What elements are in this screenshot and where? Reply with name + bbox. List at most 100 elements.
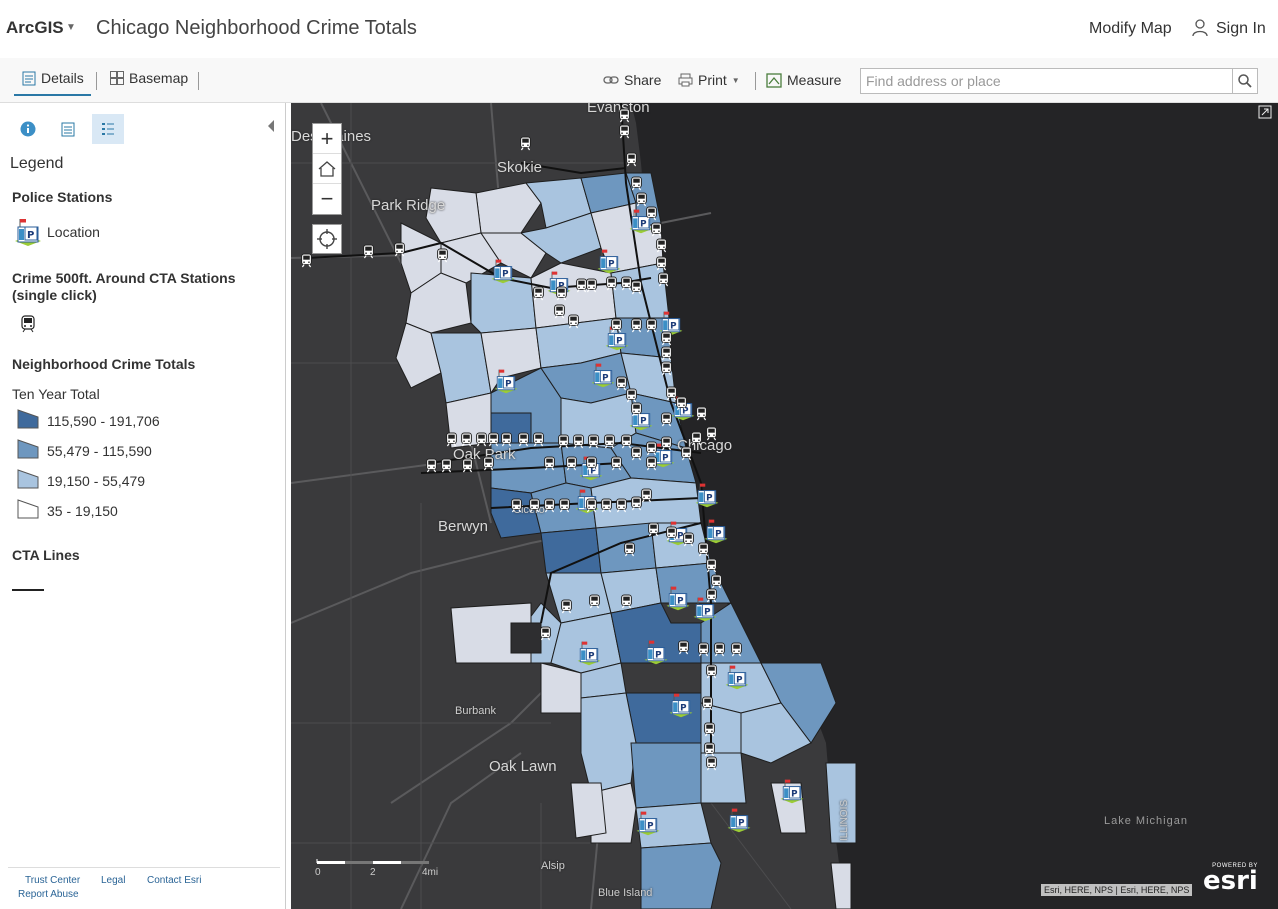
collapse-panel-arrow-icon[interactable]	[268, 120, 274, 132]
train-station-marker-icon[interactable]	[647, 522, 660, 537]
police-station-marker-icon[interactable]: P	[634, 809, 662, 837]
train-station-marker-icon[interactable]	[713, 642, 726, 657]
content-tab[interactable]	[52, 114, 84, 144]
train-station-marker-icon[interactable]	[635, 192, 648, 207]
train-station-marker-icon[interactable]	[655, 238, 668, 253]
train-station-marker-icon[interactable]	[532, 286, 545, 301]
train-station-marker-icon[interactable]	[461, 458, 474, 473]
train-station-marker-icon[interactable]	[585, 498, 598, 513]
train-station-marker-icon[interactable]	[436, 248, 449, 263]
train-station-marker-icon[interactable]	[660, 361, 673, 376]
train-station-marker-icon[interactable]	[610, 456, 623, 471]
police-station-marker-icon[interactable]: P	[667, 691, 695, 719]
train-station-marker-icon[interactable]	[705, 558, 718, 573]
train-station-marker-icon[interactable]	[625, 388, 638, 403]
chevron-down-icon[interactable]: ▼	[66, 22, 76, 33]
train-station-marker-icon[interactable]	[705, 664, 718, 679]
train-station-marker-icon[interactable]	[625, 152, 638, 167]
train-station-marker-icon[interactable]	[558, 498, 571, 513]
train-station-marker-icon[interactable]	[445, 432, 458, 447]
contact-esri-link[interactable]: Contact Esri	[147, 875, 201, 886]
police-station-marker-icon[interactable]: P	[778, 777, 806, 805]
train-station-marker-icon[interactable]	[657, 272, 670, 287]
train-station-marker-icon[interactable]	[460, 432, 473, 447]
train-station-marker-icon[interactable]	[645, 206, 658, 221]
train-station-marker-icon[interactable]	[600, 498, 613, 513]
zoom-in-button[interactable]: +	[313, 124, 341, 154]
train-station-marker-icon[interactable]	[482, 456, 495, 471]
search-button[interactable]	[1232, 68, 1258, 94]
police-station-marker-icon[interactable]: P	[693, 481, 721, 509]
train-station-marker-icon[interactable]	[553, 304, 566, 319]
police-station-marker-icon[interactable]: P	[595, 247, 623, 275]
train-station-marker-icon[interactable]	[440, 458, 453, 473]
train-station-marker-icon[interactable]	[655, 256, 668, 271]
home-button[interactable]	[313, 154, 341, 184]
legend-tab[interactable]	[92, 114, 124, 144]
sign-in-link[interactable]: Sign In	[1216, 20, 1266, 38]
train-station-marker-icon[interactable]	[618, 124, 631, 139]
tab-details[interactable]: Details	[22, 70, 84, 86]
train-station-marker-icon[interactable]	[567, 314, 580, 329]
train-station-marker-icon[interactable]	[645, 456, 658, 471]
train-station-marker-icon[interactable]	[703, 722, 716, 737]
zoom-out-button[interactable]: −	[313, 184, 341, 214]
train-station-marker-icon[interactable]	[587, 434, 600, 449]
modify-map-link[interactable]: Modify Map	[1089, 20, 1172, 38]
police-station-marker-icon[interactable]: P	[589, 361, 617, 389]
share-button[interactable]: Share	[603, 72, 661, 88]
train-station-marker-icon[interactable]	[618, 108, 631, 123]
train-station-marker-icon[interactable]	[560, 599, 573, 614]
train-station-marker-icon[interactable]	[630, 446, 643, 461]
train-station-marker-icon[interactable]	[630, 176, 643, 191]
train-station-marker-icon[interactable]	[695, 406, 708, 421]
train-station-marker-icon[interactable]	[682, 532, 695, 547]
train-station-marker-icon[interactable]	[543, 498, 556, 513]
train-station-marker-icon[interactable]	[425, 458, 438, 473]
train-station-marker-icon[interactable]	[730, 642, 743, 657]
train-station-marker-icon[interactable]	[650, 222, 663, 237]
train-station-marker-icon[interactable]	[393, 242, 406, 257]
report-abuse-link[interactable]: Report Abuse	[18, 889, 79, 900]
print-button[interactable]: Print ▼	[678, 72, 740, 88]
train-station-marker-icon[interactable]	[610, 318, 623, 333]
train-station-marker-icon[interactable]	[532, 432, 545, 447]
about-tab[interactable]	[12, 114, 44, 144]
train-station-marker-icon[interactable]	[539, 626, 552, 641]
train-station-marker-icon[interactable]	[645, 441, 658, 456]
train-station-marker-icon[interactable]	[620, 594, 633, 609]
train-station-marker-icon[interactable]	[300, 253, 313, 268]
legal-link[interactable]: Legal	[101, 875, 125, 886]
trust-center-link[interactable]: Trust Center	[25, 875, 80, 886]
train-station-marker-icon[interactable]	[701, 696, 714, 711]
measure-button[interactable]: Measure	[766, 72, 841, 88]
train-station-marker-icon[interactable]	[510, 498, 523, 513]
police-station-marker-icon[interactable]: P	[664, 584, 692, 612]
user-icon[interactable]	[1192, 19, 1208, 37]
train-station-marker-icon[interactable]	[543, 456, 556, 471]
train-station-marker-icon[interactable]	[660, 346, 673, 361]
train-station-marker-icon[interactable]	[588, 594, 601, 609]
train-station-marker-icon[interactable]	[517, 432, 530, 447]
arcgis-brand-menu[interactable]: ArcGIS	[6, 18, 64, 38]
police-station-marker-icon[interactable]: P	[723, 663, 751, 691]
map-view[interactable]: Evanston Des Plaines Skokie Park Ridge O…	[291, 103, 1278, 909]
train-station-marker-icon[interactable]	[500, 432, 513, 447]
train-station-marker-icon[interactable]	[630, 402, 643, 417]
train-station-marker-icon[interactable]	[705, 588, 718, 603]
police-station-marker-icon[interactable]: P	[575, 639, 603, 667]
train-station-marker-icon[interactable]	[675, 396, 688, 411]
train-station-marker-icon[interactable]	[697, 542, 710, 557]
expand-icon[interactable]	[1258, 105, 1272, 119]
train-station-marker-icon[interactable]	[665, 526, 678, 541]
train-station-marker-icon[interactable]	[660, 331, 673, 346]
train-station-marker-icon[interactable]	[660, 412, 673, 427]
train-station-marker-icon[interactable]	[705, 426, 718, 441]
train-station-marker-icon[interactable]	[630, 280, 643, 295]
train-station-marker-icon[interactable]	[660, 436, 673, 451]
train-station-marker-icon[interactable]	[645, 318, 658, 333]
police-station-marker-icon[interactable]: P	[492, 367, 520, 395]
train-station-marker-icon[interactable]	[555, 286, 568, 301]
train-station-marker-icon[interactable]	[677, 640, 690, 655]
train-station-marker-icon[interactable]	[703, 742, 716, 757]
